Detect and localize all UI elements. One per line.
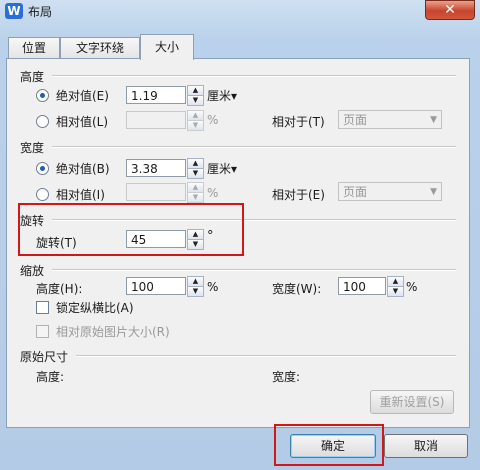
- width-relative-unit: %: [207, 186, 219, 200]
- highlight-box-rotation: [18, 203, 244, 256]
- height-relative-to-label: 相对于(T): [272, 115, 325, 129]
- tab-size[interactable]: 大小: [140, 34, 194, 60]
- height-relative-spinner[interactable]: ▲ ▼: [187, 110, 204, 131]
- lock-aspect-ratio-label: 锁定纵横比(A): [56, 301, 134, 315]
- spin-down-icon[interactable]: ▼: [187, 168, 204, 179]
- close-button[interactable]: ✕: [425, 0, 475, 20]
- section-title-height: 高度: [20, 70, 45, 84]
- spin-down-icon[interactable]: ▼: [187, 192, 204, 203]
- scale-height-input[interactable]: 100: [126, 277, 186, 295]
- width-unit-dropdown[interactable]: 厘米▾: [207, 160, 237, 177]
- wps-logo-icon: W: [5, 3, 23, 19]
- width-absolute-radio[interactable]: [36, 162, 49, 175]
- divider: [76, 355, 456, 357]
- layout-dialog: W 布局 ✕ 位置 文字环绕 大小 高度 绝对值(E) 1.19 ▲ ▼ 厘米▾…: [0, 0, 480, 470]
- width-relative-radio[interactable]: [36, 188, 49, 201]
- height-absolute-label: 绝对值(E): [56, 89, 109, 103]
- spin-down-icon[interactable]: ▼: [187, 95, 204, 106]
- height-relative-to-select[interactable]: 页面 ▼: [338, 110, 442, 129]
- dialog-title: 布局: [28, 5, 53, 19]
- width-absolute-label: 绝对值(B): [56, 162, 110, 176]
- height-relative-unit: %: [207, 113, 219, 127]
- divider: [52, 75, 456, 77]
- height-absolute-spinner[interactable]: ▲ ▼: [187, 85, 204, 106]
- cancel-button[interactable]: 取消: [384, 434, 468, 458]
- width-relative-spinner[interactable]: ▲ ▼: [187, 182, 204, 203]
- scale-height-label: 高度(H):: [36, 282, 83, 296]
- width-relative-to-label: 相对于(E): [272, 188, 325, 202]
- original-width-label: 宽度:: [272, 370, 301, 384]
- reset-button[interactable]: 重新设置(S): [370, 390, 454, 414]
- scale-width-unit: %: [406, 280, 418, 294]
- scale-width-label: 宽度(W):: [272, 282, 322, 296]
- height-absolute-input[interactable]: 1.19: [126, 86, 186, 104]
- height-relative-label: 相对值(L): [56, 115, 109, 129]
- select-value: 页面: [343, 113, 368, 127]
- height-relative-input[interactable]: [126, 111, 186, 129]
- chevron-down-icon: ▼: [430, 187, 437, 197]
- width-relative-label: 相对值(I): [56, 188, 105, 202]
- height-unit-dropdown[interactable]: 厘米▾: [207, 87, 237, 104]
- width-absolute-spinner[interactable]: ▲ ▼: [187, 158, 204, 179]
- height-absolute-radio[interactable]: [36, 89, 49, 102]
- height-relative-radio[interactable]: [36, 115, 49, 128]
- relative-original-size-checkbox[interactable]: [36, 325, 49, 338]
- relative-original-size-label: 相对原始图片大小(R): [56, 325, 170, 339]
- scale-width-spinner[interactable]: ▲ ▼: [387, 276, 404, 297]
- highlight-box-ok: [274, 424, 384, 466]
- tab-position[interactable]: 位置: [8, 37, 60, 59]
- tab-text-wrap[interactable]: 文字环绕: [60, 37, 140, 59]
- width-relative-to-select[interactable]: 页面 ▼: [338, 182, 442, 201]
- divider: [52, 269, 456, 271]
- section-title-scale: 缩放: [20, 264, 45, 278]
- scale-width-input[interactable]: 100: [338, 277, 386, 295]
- select-value: 页面: [343, 185, 368, 199]
- scale-height-unit: %: [207, 280, 219, 294]
- lock-aspect-ratio-checkbox[interactable]: [36, 301, 49, 314]
- spin-down-icon[interactable]: ▼: [387, 286, 404, 297]
- width-relative-input[interactable]: [126, 183, 186, 201]
- original-height-label: 高度:: [36, 370, 65, 384]
- section-title-original-size: 原始尺寸: [20, 350, 69, 364]
- spin-down-icon[interactable]: ▼: [187, 286, 204, 297]
- divider: [52, 146, 456, 148]
- scale-height-spinner[interactable]: ▲ ▼: [187, 276, 204, 297]
- section-title-width: 宽度: [20, 141, 45, 155]
- spin-down-icon[interactable]: ▼: [187, 120, 204, 131]
- chevron-down-icon: ▼: [430, 115, 437, 125]
- width-absolute-input[interactable]: 3.38: [126, 159, 186, 177]
